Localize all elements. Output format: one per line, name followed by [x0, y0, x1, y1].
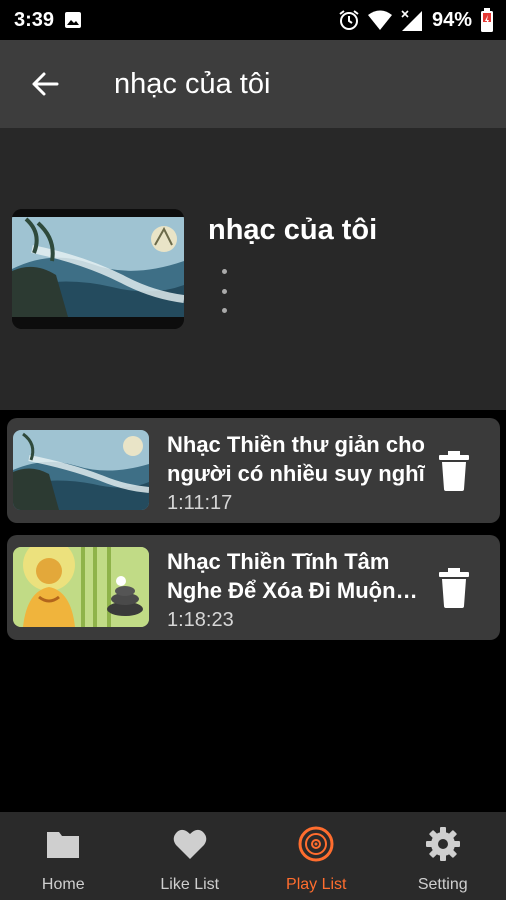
battery-icon: [481, 8, 493, 32]
nav-label-play-list: Play List: [286, 876, 347, 893]
more-vert-dot-icon: [221, 308, 227, 313]
nav-label-setting: Setting: [417, 876, 468, 893]
song-duration: 1:11:17: [167, 492, 233, 514]
signal-icon: [401, 10, 422, 31]
image-notification-icon: [65, 12, 82, 28]
nav-item-like-list[interactable]: Like List: [127, 812, 254, 900]
arrow-left-icon: [32, 72, 59, 96]
more-options-button[interactable]: [212, 269, 236, 313]
trash-icon[interactable]: [437, 451, 471, 491]
alarm-icon: [339, 10, 359, 30]
page-title: nhạc của tôi: [114, 67, 271, 100]
nav-item-setting[interactable]: Setting: [380, 812, 506, 900]
trash-icon[interactable]: [437, 568, 471, 608]
app-toolbar: nhạc của tôi: [0, 40, 506, 128]
song-thumbnail: [13, 430, 149, 510]
playlist-cover-image: [12, 209, 184, 329]
song-thumbnail: [13, 547, 149, 627]
status-time: 3:39: [14, 8, 55, 31]
back-button[interactable]: [0, 40, 90, 128]
nav-label-home: Home: [41, 876, 85, 893]
wifi-icon: [367, 10, 392, 30]
nav-item-play-list[interactable]: Play List: [253, 812, 380, 900]
song-title: Nhạc Thiền Tĩnh Tâm Nghe Để Xóa Đi Muộn …: [167, 549, 396, 603]
folder-icon: [47, 832, 80, 858]
gear-icon: [425, 827, 460, 861]
song-duration: 1:18:23: [167, 609, 234, 631]
status-bar: 3:39 94%: [0, 0, 506, 40]
song-title: Nhạc Thiền thư giản cho người có nhiều s…: [167, 432, 425, 486]
song-list-item[interactable]: Nhạc Thiền Tĩnh Tâm Nghe Để Xóa Đi Muộn …: [7, 535, 500, 640]
playlist-header: nhạc của tôi: [0, 128, 506, 410]
bottom-navigation: Home Like List Play List Setting: [0, 812, 506, 900]
playlist-title: nhạc của tôi: [208, 214, 378, 246]
more-vert-dot-icon: [221, 288, 227, 294]
nav-item-home[interactable]: Home: [0, 812, 127, 900]
disc-icon: [298, 826, 334, 862]
song-list-item[interactable]: Nhạc Thiền thư giản cho người có nhiều s…: [7, 418, 500, 523]
nav-label-like-list: Like List: [160, 876, 220, 893]
battery-percent: 94%: [431, 8, 472, 31]
heart-icon: [173, 829, 207, 859]
more-vert-dot-icon: [221, 269, 227, 274]
